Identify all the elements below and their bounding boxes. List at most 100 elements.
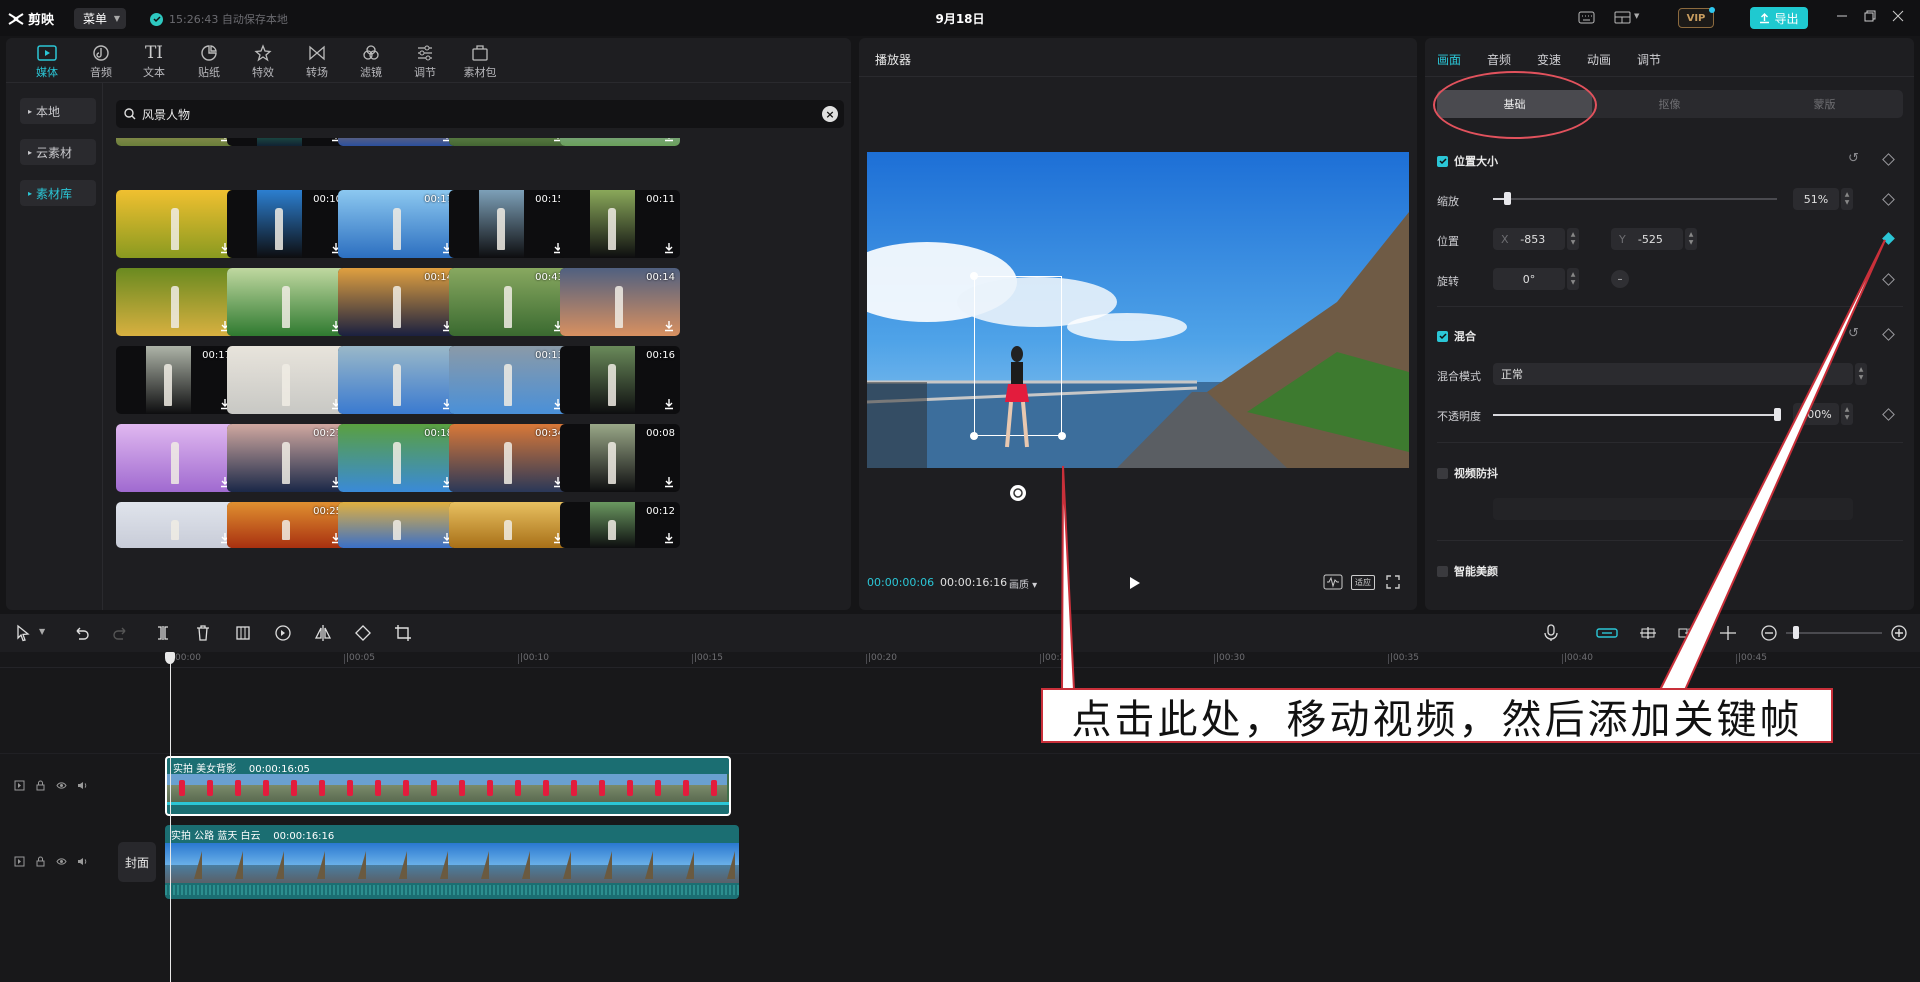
- resize-handle[interactable]: [1058, 432, 1066, 440]
- playhead-handle[interactable]: [165, 652, 175, 664]
- search-input[interactable]: 风景人物 ×: [116, 100, 844, 128]
- reset-icon[interactable]: ↺: [1848, 151, 1859, 166]
- download-icon[interactable]: [663, 398, 675, 410]
- sidebar-item-cloud[interactable]: 云素材: [20, 139, 96, 165]
- keyframe-active-icon[interactable]: [1882, 232, 1895, 245]
- playhead[interactable]: [170, 652, 171, 982]
- tab-transition[interactable]: 转场: [292, 42, 342, 80]
- speaker-icon[interactable]: [77, 780, 88, 791]
- rotate-icon[interactable]: [354, 624, 372, 642]
- keyframe-icon[interactable]: [1882, 193, 1895, 206]
- rotate-knob-icon[interactable]: –: [1611, 270, 1629, 288]
- tab-text[interactable]: TI 文本: [129, 42, 179, 80]
- position-y-input[interactable]: Y -525: [1611, 228, 1683, 250]
- media-thumbnail[interactable]: 00:43: [449, 268, 569, 336]
- sidebar-item-local[interactable]: 本地: [20, 98, 96, 124]
- eye-icon[interactable]: [56, 780, 67, 791]
- blend-mode-select[interactable]: 正常: [1493, 363, 1853, 385]
- checkbox-beauty[interactable]: [1437, 565, 1448, 577]
- delete-icon[interactable]: [194, 624, 212, 642]
- timeline-clip-overlay[interactable]: 实拍 美女背影 00:00:16:05: [165, 756, 731, 816]
- media-thumbnail[interactable]: [560, 138, 680, 146]
- layout-icon[interactable]: [1614, 11, 1631, 24]
- keyframe-icon[interactable]: [1882, 153, 1895, 166]
- media-thumbnail[interactable]: [227, 268, 347, 336]
- lock-icon[interactable]: [35, 856, 46, 867]
- keyframe-icon[interactable]: [1882, 273, 1895, 286]
- fullscreen-icon[interactable]: [1386, 575, 1400, 589]
- export-button[interactable]: 导出: [1750, 7, 1808, 29]
- timeline-ruler[interactable]: |00:00 |00:05 |00:10 |00:15 |00:20 |00:25 |00:…: [115, 652, 1915, 666]
- reset-icon[interactable]: ↺: [1848, 326, 1859, 341]
- rotate-handle-icon[interactable]: [1009, 484, 1027, 502]
- position-x-input[interactable]: X -853: [1493, 228, 1565, 250]
- cover-button[interactable]: 封面: [118, 842, 156, 882]
- track-video-icon[interactable]: [14, 856, 25, 867]
- media-thumbnail[interactable]: [116, 502, 236, 548]
- tab-adjust[interactable]: 调节: [400, 42, 450, 80]
- tab-effects[interactable]: 特效: [238, 42, 288, 80]
- tab-sticker[interactable]: 贴纸: [184, 42, 234, 80]
- position-x-stepper[interactable]: ▲ ▼: [1567, 228, 1579, 250]
- rotate-input[interactable]: 0°: [1493, 268, 1565, 290]
- segment-cutout[interactable]: 抠像: [1592, 90, 1747, 118]
- tab-picture[interactable]: 画面: [1437, 51, 1461, 68]
- tab-adjust-props[interactable]: 调节: [1637, 51, 1661, 68]
- linkage-icon[interactable]: [1678, 624, 1698, 642]
- clear-search-icon[interactable]: ×: [822, 106, 838, 122]
- checkbox-blend[interactable]: [1437, 330, 1448, 342]
- zoom-slider[interactable]: [1786, 632, 1882, 634]
- media-thumbnail[interactable]: 00:34: [449, 424, 569, 492]
- zoom-slider-knob[interactable]: [1793, 626, 1799, 639]
- track-video-icon[interactable]: [14, 780, 25, 791]
- freeze-icon[interactable]: [234, 624, 252, 642]
- preview-axis-icon[interactable]: [1718, 624, 1738, 642]
- cursor-dropdown-icon[interactable]: ▼: [39, 627, 45, 636]
- media-thumbnail[interactable]: [338, 346, 458, 414]
- media-thumbnail[interactable]: 00:27: [227, 424, 347, 492]
- media-thumbnail[interactable]: 00:14: [560, 268, 680, 336]
- tab-media[interactable]: 媒体: [22, 42, 72, 80]
- checkbox-position-size[interactable]: [1437, 155, 1448, 167]
- position-y-stepper[interactable]: ▲ ▼: [1685, 228, 1697, 250]
- media-thumbnail[interactable]: 00:18: [338, 424, 458, 492]
- media-thumbnail[interactable]: [338, 502, 458, 548]
- download-icon[interactable]: [663, 476, 675, 488]
- opacity-slider-knob[interactable]: [1774, 408, 1781, 421]
- waveform-icon[interactable]: [1323, 574, 1343, 590]
- menu-button[interactable]: 菜单 ▼: [74, 8, 126, 29]
- media-thumbnail[interactable]: 00:14: [338, 268, 458, 336]
- timeline-clip-main[interactable]: 实拍 公路 蓝天 白云 00:00:16:16: [165, 825, 739, 899]
- media-thumbnail[interactable]: [116, 424, 236, 492]
- ratio-button[interactable]: 适应: [1351, 575, 1375, 590]
- media-thumbnail[interactable]: [116, 190, 236, 258]
- media-thumbnail[interactable]: 00:25: [227, 502, 347, 548]
- media-thumbnail[interactable]: [449, 138, 569, 146]
- scale-input[interactable]: 51%: [1793, 188, 1839, 210]
- blend-mode-stepper[interactable]: ▲ ▼: [1855, 363, 1867, 385]
- media-thumbnail[interactable]: 00:11: [560, 190, 680, 258]
- crop-icon[interactable]: [394, 624, 412, 642]
- video-preview[interactable]: [867, 152, 1409, 468]
- microphone-icon[interactable]: [1542, 624, 1560, 642]
- download-icon[interactable]: [663, 532, 675, 544]
- media-thumbnail[interactable]: 00:17: [116, 346, 236, 414]
- quality-dropdown[interactable]: 画质 ▾: [1009, 576, 1037, 591]
- media-thumbnail[interactable]: 00:15: [449, 190, 569, 258]
- resize-handle[interactable]: [970, 272, 978, 280]
- segment-mask[interactable]: 蒙版: [1747, 90, 1902, 118]
- download-icon[interactable]: [663, 138, 675, 142]
- main-track-magnet-icon[interactable]: [1596, 624, 1618, 642]
- sidebar-item-library[interactable]: 素材库: [20, 180, 96, 206]
- media-thumbnail[interactable]: [227, 346, 347, 414]
- media-thumbnail[interactable]: [116, 138, 236, 146]
- zoom-out-icon[interactable]: [1760, 624, 1778, 642]
- mirror-icon[interactable]: [314, 624, 332, 642]
- tab-animation[interactable]: 动画: [1587, 51, 1611, 68]
- layout-dropdown-icon[interactable]: ▼: [1634, 12, 1639, 20]
- resize-handle[interactable]: [970, 432, 978, 440]
- media-thumbnail[interactable]: 00:12: [560, 502, 680, 548]
- media-thumbnail[interactable]: [227, 138, 347, 146]
- tab-audio[interactable]: 音频: [76, 42, 126, 80]
- minimize-icon[interactable]: [1836, 10, 1848, 22]
